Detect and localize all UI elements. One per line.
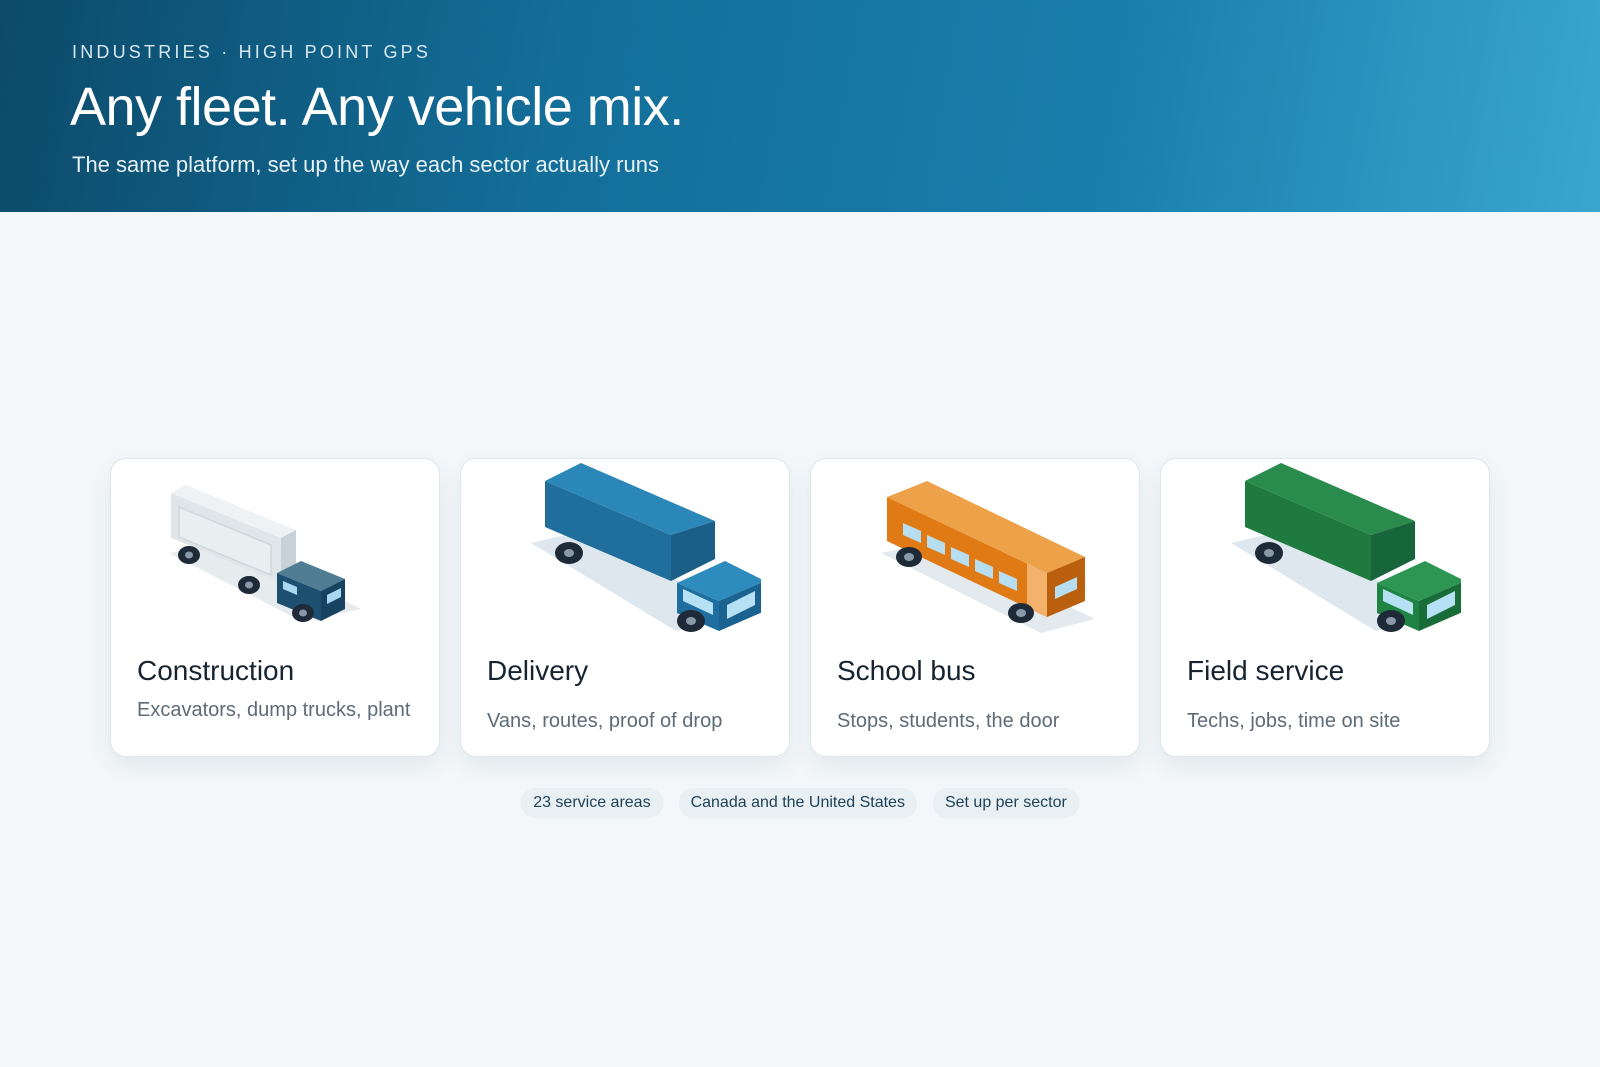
card-description: Vans, routes, proof of drop [487, 710, 723, 732]
eyebrow: INDUSTRIES · HIGH POINT GPS [72, 42, 432, 62]
bus-icon [881, 481, 1095, 633]
card-construction[interactable]: Construction Excavators, dump trucks, pl… [110, 458, 440, 757]
card-field-service[interactable]: Field service Techs, jobs, time on site [1160, 458, 1490, 757]
page-title: Any fleet. Any vehicle mix. [70, 77, 684, 137]
card-title: School bus [837, 655, 976, 686]
card-description: Techs, jobs, time on site [1187, 710, 1401, 732]
card-delivery[interactable]: Delivery Vans, routes, proof of drop [460, 458, 790, 757]
chip-service-areas: 23 service areas [521, 788, 663, 818]
truck-icon [1231, 463, 1461, 632]
chip-regions: Canada and the United States [678, 788, 917, 818]
truck-icon [169, 485, 361, 622]
hero-banner: INDUSTRIES · HIGH POINT GPS Any fleet. A… [0, 0, 1600, 212]
card-title: Field service [1187, 655, 1345, 686]
card-title: Delivery [487, 655, 589, 686]
feature-chips: 23 service areas Canada and the United S… [0, 788, 1600, 818]
page-subtitle: The same platform, set up the way each s… [72, 152, 659, 177]
truck-icon [531, 463, 761, 632]
industry-cards: Construction Excavators, dump trucks, pl… [110, 458, 1490, 758]
card-description: Excavators, dump trucks, plant [137, 699, 411, 721]
card-school-bus[interactable]: School bus Stops, students, the door [810, 458, 1140, 757]
chip-setup: Set up per sector [932, 788, 1079, 818]
card-title: Construction [137, 655, 295, 686]
card-description: Stops, students, the door [837, 710, 1060, 732]
